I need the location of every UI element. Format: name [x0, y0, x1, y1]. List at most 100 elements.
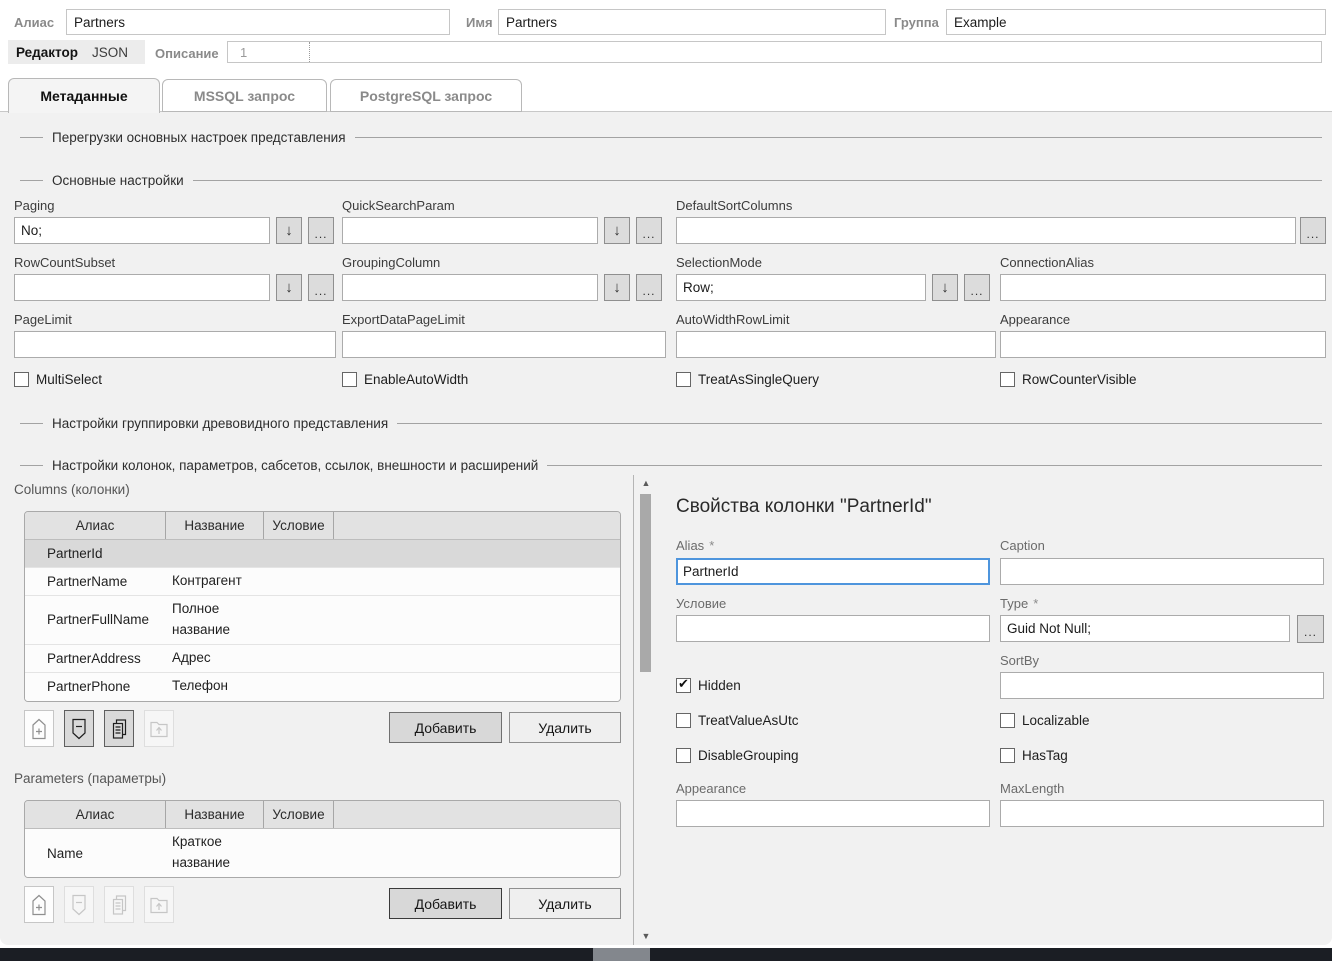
column-header-alias[interactable]: Алиас [25, 801, 166, 828]
alias-input[interactable] [66, 9, 450, 35]
pagelimit-input[interactable] [14, 331, 336, 358]
cell-condition[interactable] [264, 568, 334, 595]
horizontal-scrollbar-thumb[interactable] [593, 948, 650, 961]
checkbox-box[interactable] [1000, 372, 1015, 387]
cell-condition[interactable] [264, 829, 334, 877]
multiselect-checkbox[interactable]: MultiSelect [14, 372, 102, 387]
hidden-checkbox[interactable]: Hidden [676, 678, 741, 693]
paging-input[interactable] [14, 217, 270, 244]
description-version-cell[interactable]: 1 [228, 42, 310, 62]
prop-sortby-input[interactable] [1000, 672, 1324, 699]
defaultsortcolumns-input[interactable] [676, 217, 1296, 244]
cell-alias[interactable]: PartnerPhone [25, 673, 166, 701]
prop-caption-input[interactable] [1000, 558, 1324, 585]
table-row[interactable]: PartnerAddress Адрес [25, 645, 620, 673]
column-header-name[interactable]: Название [166, 512, 264, 539]
enableautowidth-checkbox[interactable]: EnableAutoWidth [342, 372, 468, 387]
cell-condition[interactable] [264, 540, 334, 567]
prop-type-ellipsis-button[interactable]: ... [1297, 615, 1324, 643]
prop-maxlength-input[interactable] [1000, 800, 1324, 827]
quicksearchparam-ellipsis-button[interactable]: ... [636, 217, 662, 244]
cell-name[interactable]: Краткое название [166, 829, 264, 877]
columns-remove-tag-button[interactable] [64, 710, 94, 747]
autowidthrowlimit-input[interactable] [676, 331, 996, 358]
selectionmode-dropdown-button[interactable]: ↓ [932, 274, 958, 301]
parameters-remove-tag-button[interactable] [64, 886, 94, 923]
scroll-down-button[interactable]: ▼ [638, 929, 654, 943]
selectionmode-ellipsis-button[interactable]: ... [964, 274, 990, 301]
table-row[interactable]: Name Краткое название [25, 829, 620, 877]
column-header-name[interactable]: Название [166, 801, 264, 828]
group-input[interactable] [946, 9, 1326, 35]
parameters-add-button[interactable]: Добавить [389, 888, 502, 919]
table-row[interactable]: PartnerId [25, 540, 620, 568]
name-input[interactable] [498, 9, 886, 35]
defaultsortcolumns-ellipsis-button[interactable]: ... [1300, 217, 1326, 244]
groupingcolumn-input[interactable] [342, 274, 598, 301]
localizable-checkbox[interactable]: Localizable [1000, 713, 1090, 728]
groupingcolumn-dropdown-button[interactable]: ↓ [604, 274, 630, 301]
parameters-copy-button[interactable] [104, 886, 134, 923]
columns-copy-button[interactable] [104, 710, 134, 747]
column-header-condition[interactable]: Условие [264, 801, 334, 828]
columns-add-tag-button[interactable] [24, 710, 54, 747]
treatvalueasutc-checkbox[interactable]: TreatValueAsUtc [676, 713, 799, 728]
hastag-checkbox[interactable]: HasTag [1000, 748, 1068, 763]
connectionalias-input[interactable] [1000, 274, 1326, 301]
rowcountsubset-dropdown-button[interactable]: ↓ [276, 274, 302, 301]
cell-condition[interactable] [264, 673, 334, 701]
column-header-alias[interactable]: Алиас [25, 512, 166, 539]
parameters-add-tag-button[interactable] [24, 886, 54, 923]
rowcountsubset-input[interactable] [14, 274, 270, 301]
cell-condition[interactable] [264, 645, 334, 672]
quicksearchparam-dropdown-button[interactable]: ↓ [604, 217, 630, 244]
rowcountervisible-checkbox[interactable]: RowCounterVisible [1000, 372, 1137, 387]
rowcountsubset-ellipsis-button[interactable]: ... [308, 274, 334, 301]
paging-dropdown-button[interactable]: ↓ [276, 217, 302, 244]
parameters-folder-upload-button[interactable] [144, 886, 174, 923]
groupingcolumn-ellipsis-button[interactable]: ... [636, 274, 662, 301]
prop-type-input[interactable] [1000, 615, 1290, 642]
tab-mssql-query[interactable]: MSSQL запрос [162, 79, 327, 112]
table-row[interactable]: PartnerPhone Телефон [25, 673, 620, 701]
cell-alias[interactable]: PartnerFullName [25, 596, 166, 644]
treatassinglequery-checkbox[interactable]: TreatAsSingleQuery [676, 372, 819, 387]
checkbox-box[interactable] [1000, 748, 1015, 763]
cell-condition[interactable] [264, 596, 334, 644]
checkbox-box[interactable] [676, 748, 691, 763]
cell-name[interactable]: Полное название [166, 596, 264, 644]
checkbox-box[interactable] [14, 372, 29, 387]
prop-condition-input[interactable] [676, 615, 990, 642]
checkbox-box[interactable] [676, 372, 691, 387]
quicksearchparam-input[interactable] [342, 217, 598, 244]
selectionmode-input[interactable] [676, 274, 926, 301]
description-text-cell[interactable] [310, 42, 1321, 62]
prop-appearance-input[interactable] [676, 800, 990, 827]
cell-name[interactable]: Адрес [166, 645, 264, 672]
parameters-delete-button[interactable]: Удалить [509, 888, 621, 919]
tab-postgresql-query[interactable]: PostgreSQL запрос [330, 79, 522, 112]
cell-alias[interactable]: PartnerName [25, 568, 166, 595]
prop-alias-input[interactable] [676, 558, 990, 585]
cell-name[interactable]: Контрагент [166, 568, 264, 595]
cell-name[interactable]: Телефон [166, 673, 264, 701]
columns-add-button[interactable]: Добавить [389, 712, 502, 743]
tab-metadata[interactable]: Метаданные [8, 78, 160, 113]
description-input[interactable]: 1 [227, 41, 1322, 63]
checkbox-box[interactable] [676, 713, 691, 728]
paging-ellipsis-button[interactable]: ... [308, 217, 334, 244]
cell-alias[interactable]: PartnerAddress [25, 645, 166, 672]
checkbox-box[interactable] [1000, 713, 1015, 728]
cell-name[interactable] [166, 540, 264, 567]
columns-folder-upload-button[interactable] [144, 710, 174, 747]
exportdatapagelimit-input[interactable] [342, 331, 666, 358]
checkbox-box[interactable] [676, 678, 691, 693]
columns-delete-button[interactable]: Удалить [509, 712, 621, 743]
checkbox-box[interactable] [342, 372, 357, 387]
column-header-condition[interactable]: Условие [264, 512, 334, 539]
scroll-up-button[interactable]: ▲ [638, 476, 654, 490]
cell-alias[interactable]: Name [25, 829, 166, 877]
table-row[interactable]: PartnerName Контрагент [25, 568, 620, 596]
cell-alias[interactable]: PartnerId [25, 540, 166, 567]
scrollbar-thumb[interactable] [640, 494, 651, 672]
